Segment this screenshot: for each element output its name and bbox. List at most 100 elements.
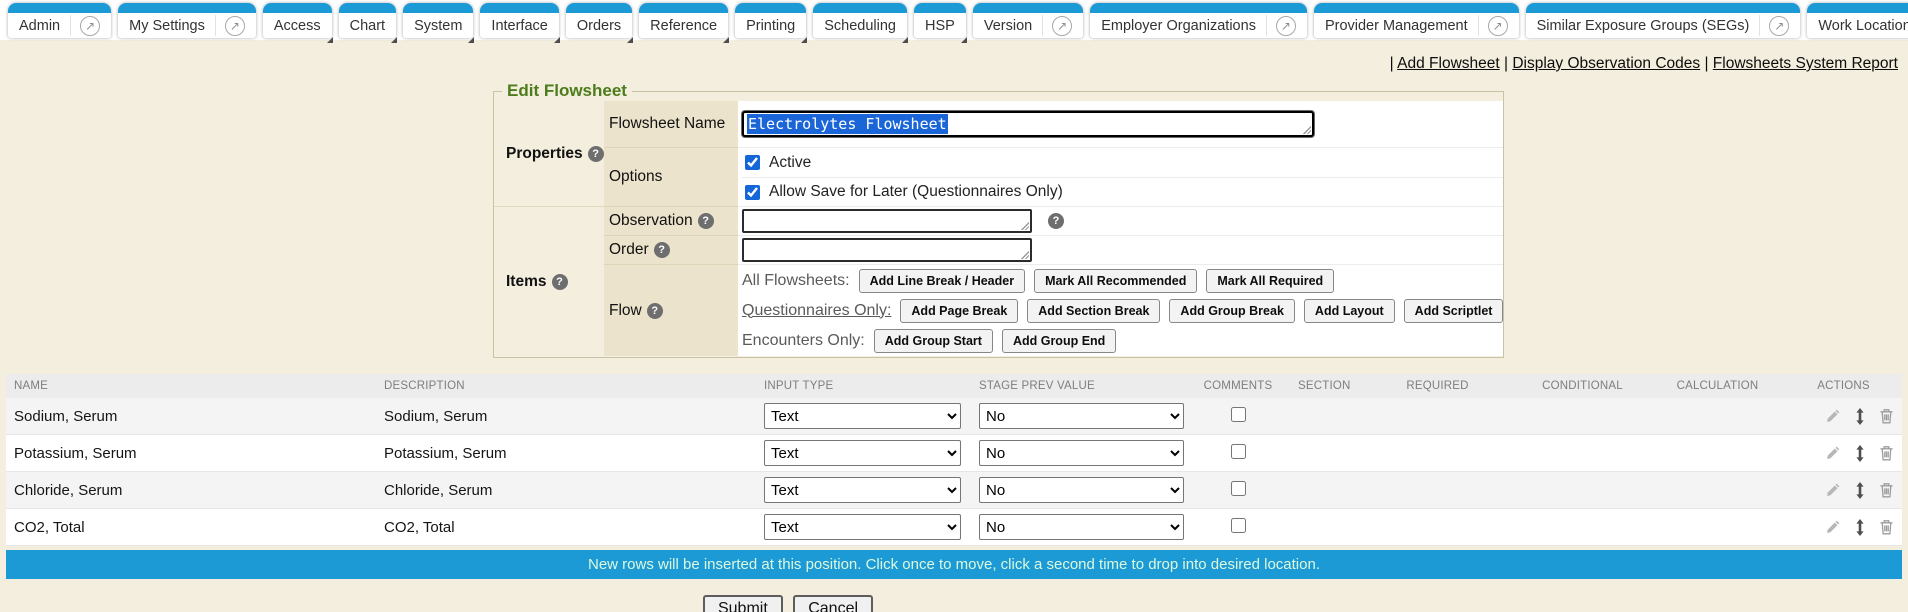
- flow-cell: All Flowsheets:Add Line Break / HeaderMa…: [738, 265, 1503, 356]
- nav-tab-orders[interactable]: Orders: [566, 3, 632, 38]
- cell-name: Potassium, Serum: [6, 445, 376, 462]
- mark-all-required-button[interactable]: Mark All Required: [1206, 269, 1334, 293]
- add-group-start-button[interactable]: Add Group Start: [874, 329, 993, 353]
- comments-checkbox[interactable]: [1231, 407, 1246, 422]
- input-type-select[interactable]: Text: [764, 440, 961, 466]
- table-row-chloride-serum: Chloride, SerumChloride, SerumTextNo: [6, 472, 1902, 509]
- move-row-icon[interactable]: [1854, 445, 1866, 462]
- comments-checkbox[interactable]: [1231, 444, 1246, 459]
- popout-icon[interactable]: ↗: [1052, 16, 1072, 36]
- nav-tab-provider-management[interactable]: Provider Management ↗: [1314, 3, 1519, 38]
- order-label: Order ?: [604, 236, 738, 265]
- observation-help-icon[interactable]: ?: [698, 213, 714, 229]
- stage-prev-value-select[interactable]: No: [979, 514, 1184, 540]
- items-help-icon[interactable]: ?: [552, 274, 568, 290]
- delete-trash-icon[interactable]: [1879, 482, 1894, 498]
- add-group-break-button[interactable]: Add Group Break: [1169, 299, 1295, 323]
- move-row-icon[interactable]: [1854, 519, 1866, 536]
- active-checkbox[interactable]: [745, 155, 760, 170]
- edit-pencil-icon[interactable]: [1825, 408, 1841, 424]
- cell-description: Chloride, Serum: [376, 482, 756, 499]
- add-scriptlet-button[interactable]: Add Scriptlet: [1404, 299, 1504, 323]
- tab-label: Provider Management: [1325, 18, 1468, 34]
- add-page-break-button[interactable]: Add Page Break: [900, 299, 1018, 323]
- nav-tab-employer-organizations[interactable]: Employer Organizations↗: [1090, 3, 1307, 38]
- tab-divider: [1478, 15, 1479, 36]
- order-help-icon[interactable]: ?: [654, 242, 670, 258]
- tab-accent-bar: [1807, 3, 1908, 13]
- nav-tab-interface[interactable]: Interface: [480, 3, 558, 38]
- nav-tab-hsp[interactable]: HSP: [914, 3, 966, 38]
- column-header-input-type: INPUT TYPE: [756, 380, 971, 392]
- nav-tab-similar-exposure-groups-segs[interactable]: Similar Exposure Groups (SEGs)↗: [1526, 3, 1801, 38]
- observation-input[interactable]: [742, 209, 1032, 233]
- cancel-button[interactable]: Cancel: [793, 595, 873, 612]
- stage-prev-value-select[interactable]: No: [979, 477, 1184, 503]
- checkbox-label: Allow Save for Later (Questionnaires Onl…: [769, 183, 1063, 201]
- popout-icon[interactable]: ↗: [225, 16, 245, 36]
- popout-icon[interactable]: ↗: [1276, 16, 1296, 36]
- add-layout-button[interactable]: Add Layout: [1304, 299, 1395, 323]
- table-row-sodium-serum: Sodium, SerumSodium, SerumTextNo: [6, 398, 1902, 435]
- popout-icon[interactable]: ↗: [1488, 16, 1508, 36]
- link-flowsheets-system-report[interactable]: Flowsheets System Report: [1713, 55, 1898, 72]
- delete-trash-icon[interactable]: [1879, 445, 1894, 461]
- cell-stage-prev-value: No: [971, 403, 1186, 429]
- allow-save-for-later-questionnaires-only-checkbox[interactable]: [745, 185, 760, 200]
- flowsheet-name-input[interactable]: Electrolytes Flowsheet: [742, 111, 1314, 137]
- edit-pencil-icon[interactable]: [1825, 445, 1841, 461]
- stage-prev-value-select[interactable]: No: [979, 440, 1184, 466]
- option-row-active: Active: [742, 148, 1503, 177]
- nav-tab-admin[interactable]: Admin↗: [8, 3, 111, 38]
- comments-checkbox[interactable]: [1231, 481, 1246, 496]
- tab-label: Work Locations: [1818, 18, 1908, 34]
- cell-name: CO2, Total: [6, 519, 376, 536]
- edit-pencil-icon[interactable]: [1825, 519, 1841, 535]
- nav-tab-reference[interactable]: Reference: [639, 3, 728, 38]
- flowsheet-name-cell: Electrolytes Flowsheet: [738, 101, 1503, 148]
- add-section-break-button[interactable]: Add Section Break: [1027, 299, 1160, 323]
- column-header-required: REQUIRED: [1360, 380, 1515, 392]
- stage-prev-value-select[interactable]: No: [979, 403, 1184, 429]
- tab-accent-bar: [1090, 3, 1307, 13]
- link-display-observation-codes[interactable]: Display Observation Codes: [1512, 55, 1700, 72]
- popout-icon[interactable]: ↗: [1769, 16, 1789, 36]
- input-type-select[interactable]: Text: [764, 403, 961, 429]
- nav-tab-work-locations[interactable]: Work Locations↗: [1807, 3, 1908, 38]
- move-row-icon[interactable]: [1854, 408, 1866, 425]
- tab-accent-bar: [339, 3, 396, 13]
- mark-all-recommended-button[interactable]: Mark All Recommended: [1034, 269, 1197, 293]
- tab-label: Orders: [577, 18, 621, 34]
- insert-position-bar[interactable]: New rows will be inserted at this positi…: [6, 550, 1902, 579]
- input-type-select[interactable]: Text: [764, 477, 961, 503]
- nav-tab-version[interactable]: Version↗: [973, 3, 1083, 38]
- delete-trash-icon[interactable]: [1879, 408, 1894, 424]
- observation-input-help-icon[interactable]: ?: [1048, 213, 1064, 229]
- input-type-select[interactable]: Text: [764, 514, 961, 540]
- order-input[interactable]: [742, 238, 1032, 262]
- nav-tab-my-settings[interactable]: My Settings↗: [118, 3, 256, 38]
- cell-description: Sodium, Serum: [376, 408, 756, 425]
- edit-pencil-icon[interactable]: [1825, 482, 1841, 498]
- cell-stage-prev-value: No: [971, 477, 1186, 503]
- nav-tab-system[interactable]: System: [403, 3, 473, 38]
- submit-button[interactable]: Submit: [703, 595, 783, 612]
- delete-trash-icon[interactable]: [1879, 519, 1894, 535]
- properties-group-label: Properties ?: [494, 101, 604, 207]
- nav-tab-access[interactable]: Access: [263, 3, 332, 38]
- properties-help-icon[interactable]: ?: [588, 146, 604, 162]
- link-add-flowsheet[interactable]: Add Flowsheet: [1397, 55, 1500, 72]
- comments-checkbox[interactable]: [1231, 518, 1246, 533]
- nav-tab-chart[interactable]: Chart: [339, 3, 396, 38]
- nav-tab-scheduling[interactable]: Scheduling: [813, 3, 907, 38]
- cell-actions: [1785, 445, 1902, 462]
- tab-accent-bar: [8, 3, 111, 13]
- add-group-end-button[interactable]: Add Group End: [1002, 329, 1116, 353]
- add-line-break-header-button[interactable]: Add Line Break / Header: [859, 269, 1026, 293]
- move-row-icon[interactable]: [1854, 482, 1866, 499]
- flow-help-icon[interactable]: ?: [647, 303, 663, 319]
- nav-tab-printing[interactable]: Printing: [735, 3, 806, 38]
- cell-description: CO2, Total: [376, 519, 756, 536]
- popout-icon[interactable]: ↗: [80, 16, 100, 36]
- tab-divider: [1266, 15, 1267, 36]
